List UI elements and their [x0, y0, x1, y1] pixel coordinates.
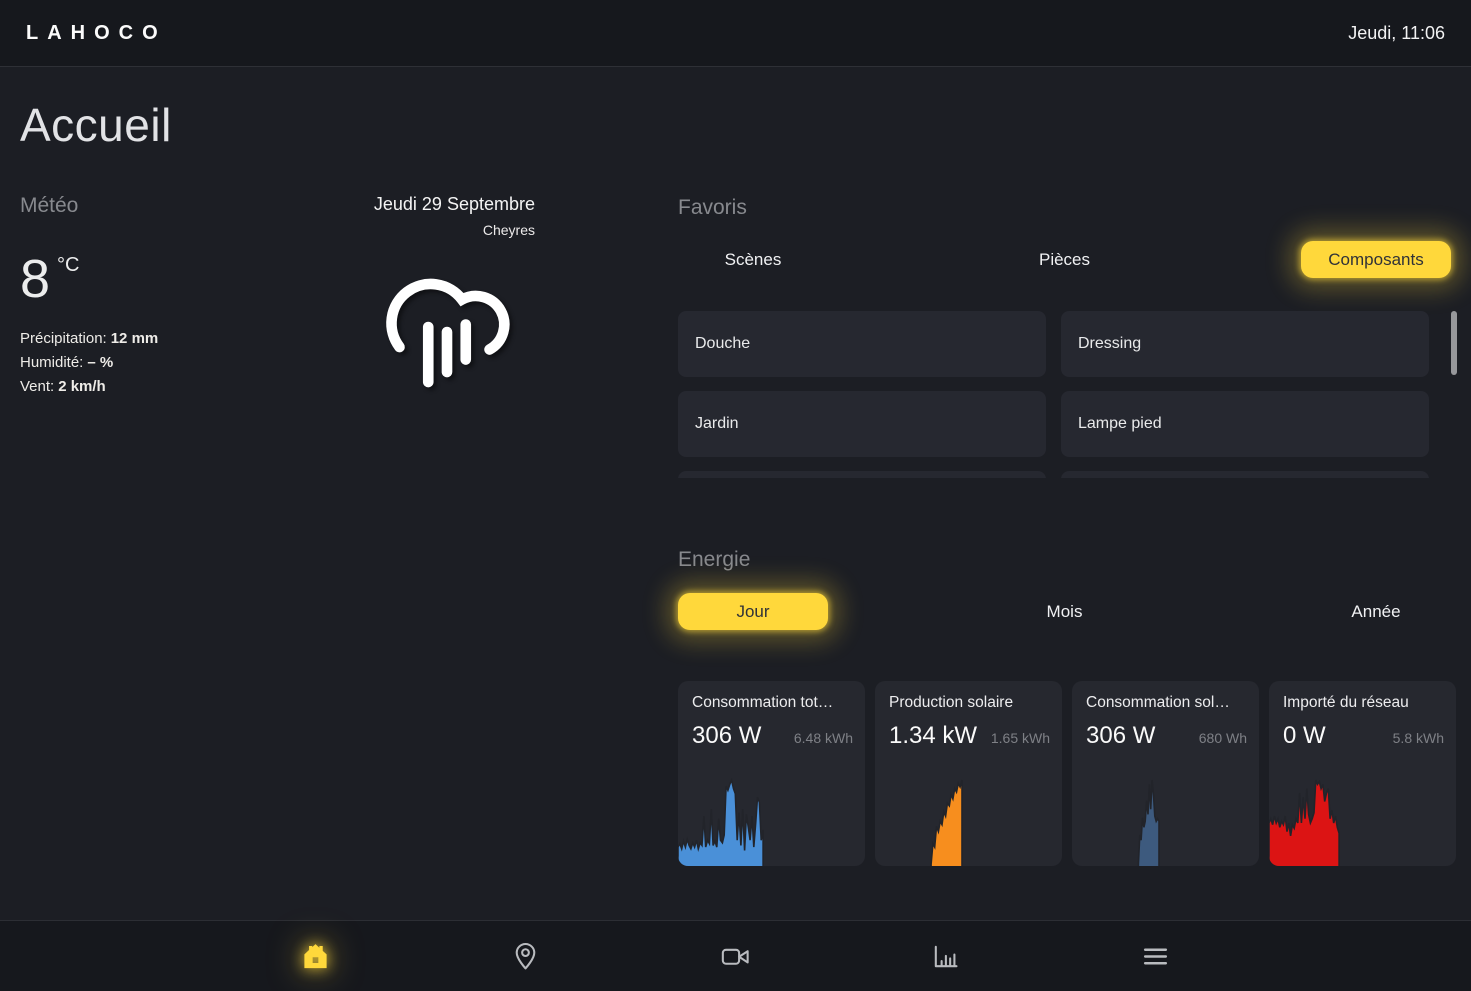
tab-composants-label: Composants	[1328, 250, 1423, 270]
favorite-item-partial[interactable]	[678, 471, 1046, 478]
favorite-item-label: Douche	[695, 335, 750, 353]
tab-jour-label: Jour	[736, 602, 769, 622]
location-pin-icon	[510, 941, 541, 972]
precipitation-value: 12 mm	[111, 330, 159, 347]
tab-mois-label: Mois	[1047, 602, 1083, 622]
location-label: Cheyres	[330, 222, 535, 238]
nav-rooms-button[interactable]	[496, 926, 556, 986]
favorite-item-dressing[interactable]: Dressing	[1061, 311, 1429, 377]
home-icon	[300, 941, 331, 972]
nav-cameras-button[interactable]	[706, 926, 766, 986]
bottom-nav-items	[286, 921, 1186, 991]
favorites-scrollbar[interactable]	[1451, 311, 1457, 375]
favorite-item-label: Jardin	[695, 415, 739, 433]
favorite-item-label: Dressing	[1078, 335, 1141, 353]
favorites-section-label: Favoris	[678, 196, 747, 220]
energy-sparkline	[1072, 778, 1259, 866]
tab-composants[interactable]: Composants	[1301, 241, 1451, 278]
energy-card-power: 0 W	[1283, 722, 1326, 750]
tab-scenes-label: Scènes	[725, 250, 782, 270]
date-label: Jeudi 29 Septembre	[330, 194, 535, 215]
energy-card-title: Importé du réseau	[1283, 694, 1444, 712]
weather-details: Précipitation:12 mm Humidité:– % Vent:2 …	[20, 330, 320, 402]
precipitation-row: Précipitation:12 mm	[20, 330, 320, 347]
weather-section: Météo 8°C Précipitation:12 mm Humidité:–…	[20, 194, 320, 218]
tab-scenes[interactable]: Scènes	[678, 241, 828, 278]
tab-annee[interactable]: Année	[1301, 593, 1451, 630]
energy-cards: Consommation tot… 306 W 6.48 kWh Product…	[678, 681, 1457, 866]
top-bar: LAHOCO Jeudi, 11:06	[0, 0, 1471, 67]
favorite-item-partial[interactable]	[1061, 471, 1429, 478]
energy-card-values: 306 W 6.48 kWh	[692, 722, 853, 750]
energy-card-power: 1.34 kW	[889, 722, 977, 750]
wind-value: 2 km/h	[58, 378, 106, 395]
page-title: Accueil	[20, 98, 172, 152]
energy-card-values: 306 W 680 Wh	[1086, 722, 1247, 750]
humidity-row: Humidité:– %	[20, 354, 320, 371]
energy-section-label: Energie	[678, 548, 750, 572]
energy-card-power: 306 W	[692, 722, 761, 750]
temperature-value: 8	[20, 249, 50, 309]
nav-menu-button[interactable]	[1126, 926, 1186, 986]
datetime-label: Jeudi, 11:06	[1348, 23, 1445, 44]
nav-stats-button[interactable]	[916, 926, 976, 986]
hamburger-menu-icon	[1140, 941, 1171, 972]
energy-card-consommation-totale[interactable]: Consommation tot… 306 W 6.48 kWh	[678, 681, 865, 866]
right-column: Favoris Scènes Pièces Composants Douche …	[678, 196, 1457, 876]
tab-annee-label: Année	[1351, 602, 1400, 622]
energy-sparkline	[875, 778, 1062, 866]
video-camera-icon	[720, 941, 751, 972]
energy-card-power: 306 W	[1086, 722, 1155, 750]
temperature-readout: 8 °C	[20, 252, 80, 306]
humidity-label: Humidité:	[20, 354, 83, 371]
energy-sparkline	[1269, 778, 1456, 866]
energy-card-production-solaire[interactable]: Production solaire 1.34 kW 1.65 kWh	[875, 681, 1062, 866]
energy-card-total: 1.65 kWh	[991, 730, 1050, 746]
weather-today: Jeudi 29 Septembre Cheyres	[330, 194, 535, 238]
temperature-unit: °C	[57, 254, 79, 276]
energy-card-importe-du-reseau[interactable]: Importé du réseau 0 W 5.8 kWh	[1269, 681, 1456, 866]
energy-card-consommation-solaire[interactable]: Consommation sol… 306 W 680 Wh	[1072, 681, 1259, 866]
energy-card-values: 1.34 kW 1.65 kWh	[889, 722, 1050, 750]
energy-card-total: 680 Wh	[1199, 730, 1247, 746]
favorite-item-jardin[interactable]: Jardin	[678, 391, 1046, 457]
energy-card-total: 5.8 kWh	[1393, 730, 1444, 746]
energy-sparkline	[678, 778, 865, 866]
bottom-nav	[0, 920, 1471, 991]
wind-row: Vent:2 km/h	[20, 378, 320, 395]
wind-label: Vent:	[20, 378, 54, 395]
bar-chart-icon	[930, 941, 961, 972]
favorites-tabs: Scènes Pièces Composants	[678, 241, 1457, 278]
favorites-grid: Douche Dressing Jardin Lampe pied	[678, 311, 1429, 478]
app-logo: LAHOCO	[26, 22, 167, 45]
energy-card-title: Production solaire	[889, 694, 1050, 712]
tab-jour[interactable]: Jour	[678, 593, 828, 630]
precipitation-label: Précipitation:	[20, 330, 107, 347]
favorite-item-douche[interactable]: Douche	[678, 311, 1046, 377]
energy-card-title: Consommation tot…	[692, 694, 853, 712]
favorite-item-label: Lampe pied	[1078, 415, 1162, 433]
rain-cloud-icon	[372, 252, 522, 402]
energy-card-total: 6.48 kWh	[794, 730, 853, 746]
favorite-item-lampe-pied[interactable]: Lampe pied	[1061, 391, 1429, 457]
energy-tabs: Jour Mois Année	[678, 593, 1457, 630]
weather-section-label: Météo	[20, 194, 320, 218]
tab-pieces-label: Pièces	[1039, 250, 1090, 270]
energy-card-title: Consommation sol…	[1086, 694, 1247, 712]
tab-pieces[interactable]: Pièces	[990, 241, 1140, 278]
energy-card-values: 0 W 5.8 kWh	[1283, 722, 1444, 750]
humidity-value: – %	[87, 354, 113, 371]
favorites-list: Douche Dressing Jardin Lampe pied	[678, 311, 1429, 478]
tab-mois[interactable]: Mois	[990, 593, 1140, 630]
nav-home-button[interactable]	[286, 926, 346, 986]
